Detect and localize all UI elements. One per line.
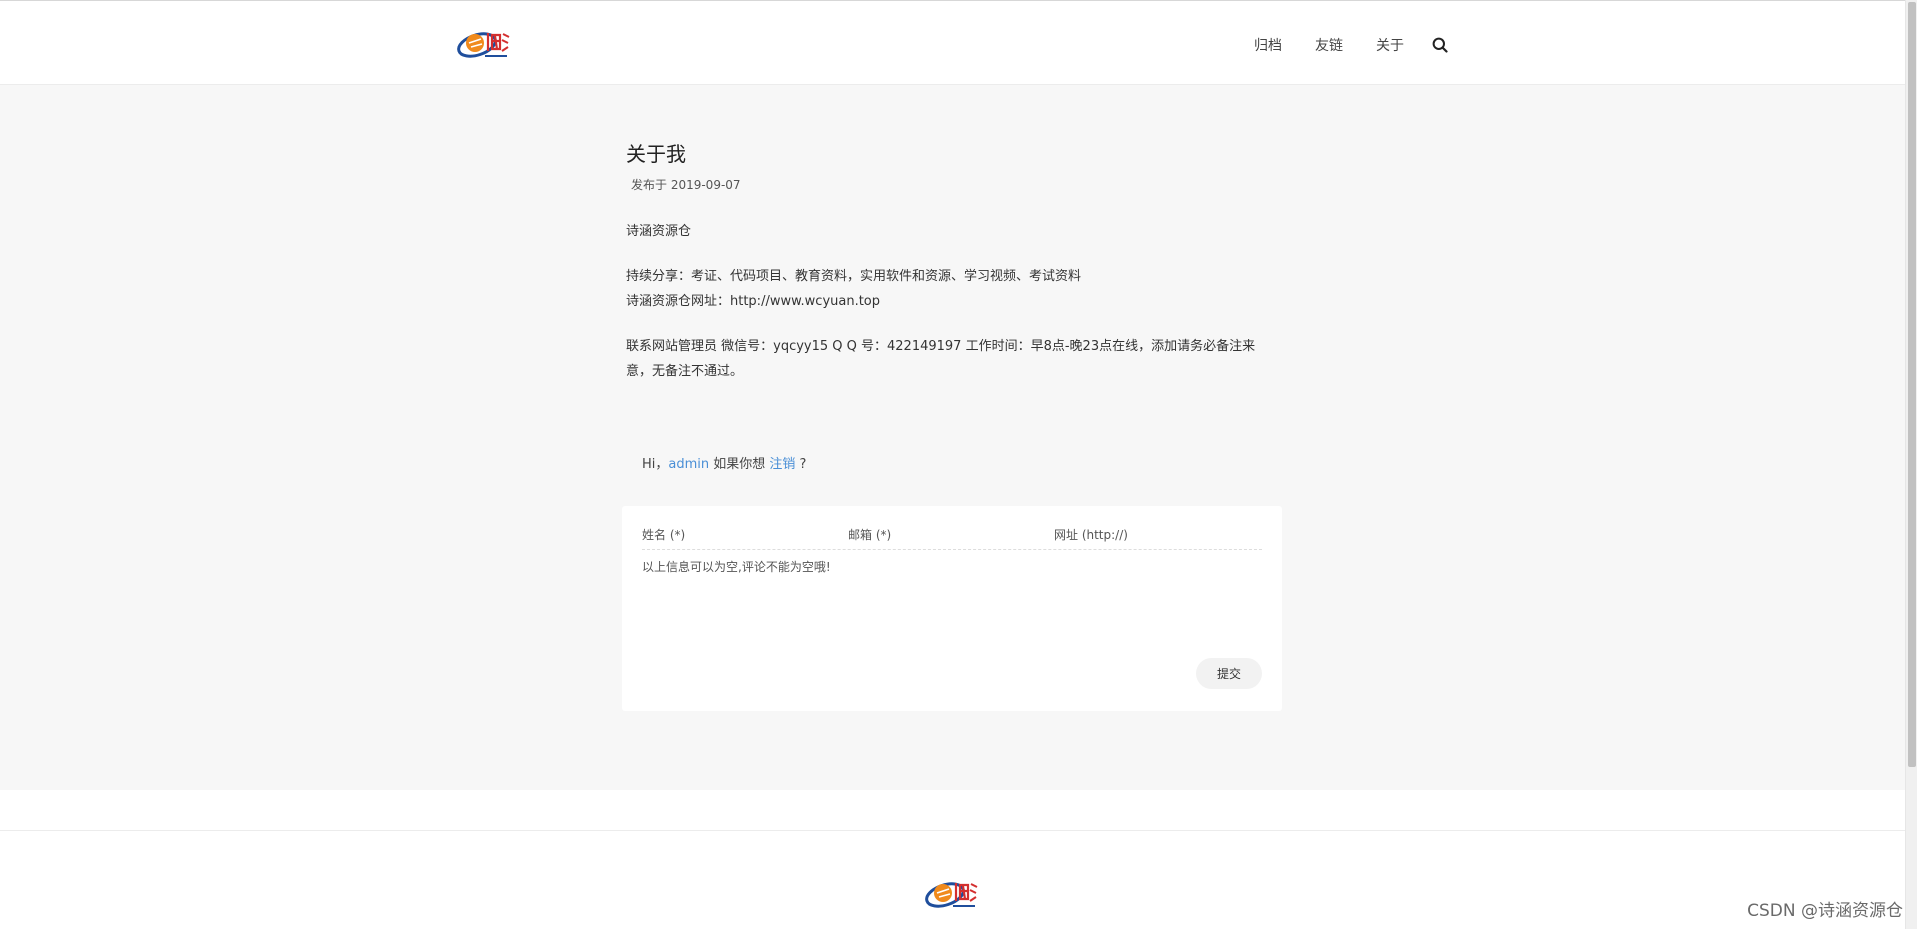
nav-item-archive[interactable]: 归档 — [1254, 35, 1282, 55]
article: 关于我 发布于 2019-09-07 诗涵资源仓 持续分享：考证、代码项目、教育… — [626, 140, 1276, 404]
paragraph-contact: 联系网站管理员 微信号：yqcyy15 Q Q 号：422149197 工作时间… — [626, 339, 1256, 379]
site-logo[interactable] — [455, 25, 515, 65]
paragraph-intro: 诗涵资源仓 — [626, 224, 692, 239]
post-date: 发布于 2019-09-07 — [631, 178, 741, 192]
site-header: 归档 友链 关于 — [0, 5, 1905, 85]
page-title: 关于我 — [626, 142, 686, 166]
main-nav: 归档 友链 关于 — [1221, 5, 1450, 85]
logo-icon — [457, 32, 510, 58]
page: 归档 友链 关于 关于我 发布于 2019-09-07 诗涵资源仓 持续分享：考… — [0, 0, 1917, 929]
comment-form: 提交 — [622, 506, 1282, 711]
nav-item-links[interactable]: 友链 — [1315, 35, 1343, 55]
user-link[interactable]: admin — [668, 457, 709, 472]
logo-icon — [925, 882, 978, 908]
comment-textarea[interactable] — [642, 558, 1262, 648]
search-icon — [1432, 37, 1448, 53]
main-content: 关于我 发布于 2019-09-07 诗涵资源仓 持续分享：考证、代码项目、教育… — [0, 85, 1905, 790]
footer-divider — [0, 830, 1905, 831]
url-field[interactable] — [1054, 520, 1260, 549]
scrollbar-thumb[interactable] — [1908, 2, 1916, 767]
greeting-mid: 如果你想 — [709, 457, 770, 472]
search-button[interactable] — [1430, 35, 1450, 55]
greeting-prefix: Hi， — [642, 457, 669, 472]
submit-button[interactable]: 提交 — [1196, 658, 1262, 689]
paragraph-site: 诗涵资源仓网址：http://www.wcyuan.top — [626, 294, 881, 309]
paragraph-share: 持续分享：考证、代码项目、教育资料，实用软件和资源、学习视频、考试资料 — [626, 269, 1082, 284]
logout-link[interactable]: 注销 — [769, 457, 795, 472]
greeting-suffix: ? — [795, 457, 807, 472]
comment-fields — [642, 520, 1262, 550]
nav-item-about[interactable]: 关于 — [1376, 35, 1404, 55]
watermark: CSDN @诗涵资源仓 — [1747, 901, 1903, 921]
footer-logo[interactable] — [923, 875, 983, 915]
comment-greeting: Hi，admin 如果你想 注销 ? — [642, 453, 806, 472]
vertical-scrollbar[interactable] — [1905, 0, 1917, 929]
name-field[interactable] — [642, 520, 848, 549]
email-field[interactable] — [848, 520, 1054, 549]
article-body: 诗涵资源仓 持续分享：考证、代码项目、教育资料，实用软件和资源、学习视频、考试资… — [626, 219, 1276, 384]
